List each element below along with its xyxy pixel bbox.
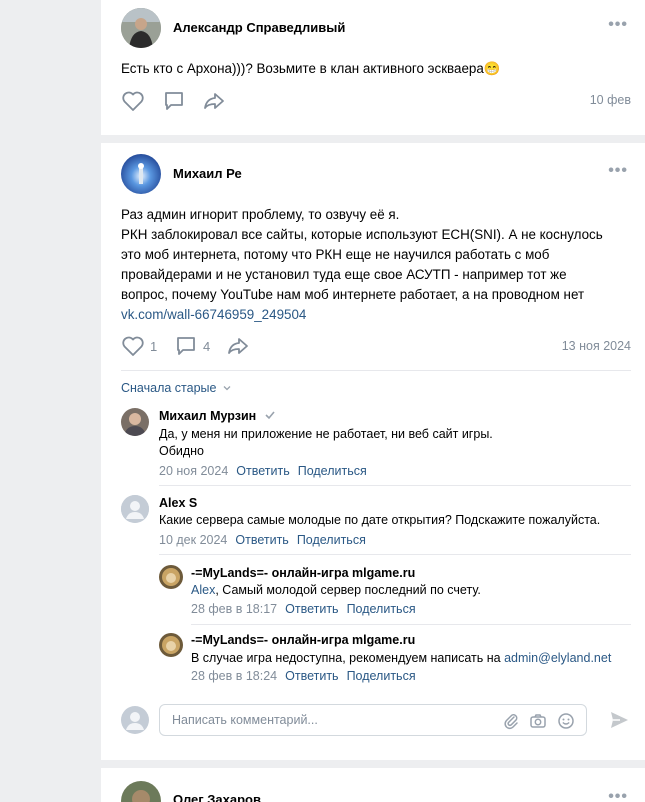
post-date[interactable]: 10 фев: [590, 93, 631, 107]
divider: [159, 554, 631, 555]
reply-button[interactable]: Ответить: [236, 464, 289, 478]
like-count: 1: [150, 338, 158, 354]
reply-button[interactable]: Ответить: [235, 533, 288, 547]
like-button[interactable]: 1: [121, 335, 157, 357]
post-text-line: это моб интернета, потому что РКН еще не…: [121, 247, 550, 262]
comment-author[interactable]: -=MyLands=- онлайн-игра mlgame.ru: [191, 633, 415, 647]
share-arrow-icon: [204, 93, 224, 109]
post-text-line: провайдерами и не установил туда еще сво…: [121, 267, 567, 282]
comment-text: Alex, Самый молодой сервер последний по …: [191, 582, 481, 599]
comment-text-line: Да, у меня ни приложение не работает, ни…: [159, 427, 493, 441]
post-text: Есть кто с Архона)))? Возьмите в клан ак…: [121, 61, 501, 76]
share-comment-button[interactable]: Поделиться: [347, 669, 416, 683]
avatar[interactable]: [159, 565, 183, 589]
more-horizontal-icon[interactable]: •••: [608, 16, 628, 34]
comment-author[interactable]: Михаил Мурзин: [159, 409, 276, 423]
avatar[interactable]: [121, 8, 161, 48]
share-button[interactable]: [226, 335, 250, 357]
like-button[interactable]: [121, 90, 145, 112]
comment-text-line: Обидно: [159, 444, 205, 458]
divider: [121, 370, 631, 371]
comment-text: Какие сервера самые молодые по дате откр…: [159, 512, 600, 529]
post-author[interactable]: Олег Захаров: [173, 792, 261, 802]
heart-icon: [122, 336, 144, 356]
avatar[interactable]: [159, 633, 183, 657]
avatar[interactable]: [121, 781, 161, 802]
comment-icon: [177, 337, 195, 355]
more-horizontal-icon[interactable]: •••: [608, 162, 628, 180]
comment-meta: 28 фев в 18:24 Ответить Поделиться: [191, 669, 416, 683]
post-text-line: Раз админ игнорит проблему, то озвучу её…: [121, 207, 400, 222]
post-author[interactable]: Александр Справедливый: [173, 20, 345, 35]
divider: [191, 624, 631, 625]
post-date[interactable]: 13 ноя 2024: [562, 339, 631, 353]
check-icon: [265, 411, 275, 420]
comment-date[interactable]: 20 ноя 2024: [159, 464, 228, 478]
mention-link[interactable]: Alex: [191, 583, 215, 597]
comment-text: В случае игра недоступна, рекомендуем на…: [191, 650, 611, 667]
sort-label: Сначала старые: [121, 381, 217, 395]
comment-text-line: Какие сервера самые молодые по дате откр…: [159, 513, 601, 527]
comment-author-name: Михаил Мурзин: [159, 409, 257, 423]
paperclip-icon[interactable]: [502, 712, 520, 730]
post-text-line: вопрос, почему YouTube нам моб интернете…: [121, 287, 585, 302]
post-text: Раз админ игнорит проблему, то озвучу её…: [121, 205, 603, 325]
post-link[interactable]: vk.com/wall-66746959_249504: [121, 305, 603, 325]
comment-icon: [165, 92, 183, 110]
comment-date[interactable]: 10 дек 2024: [159, 533, 227, 547]
comment-date[interactable]: 28 фев в 18:24: [191, 669, 277, 683]
comment-button[interactable]: 4: [174, 335, 210, 357]
smile-icon[interactable]: [557, 712, 575, 730]
post-text-line: РКН заблокировал все сайты, которые испо…: [121, 227, 603, 242]
email-link[interactable]: admin@elyland.net: [504, 651, 611, 665]
comment-date[interactable]: 28 фев в 18:17: [191, 602, 277, 616]
avatar: [121, 706, 149, 734]
comment-text: Да, у меня ни приложение не работает, ни…: [159, 426, 493, 460]
avatar[interactable]: [121, 154, 161, 194]
share-comment-button[interactable]: Поделиться: [347, 602, 416, 616]
chevron-down-icon: [223, 386, 231, 391]
divider: [159, 485, 631, 486]
sort-dropdown[interactable]: Сначала старые: [121, 381, 232, 395]
comment-meta: 28 фев в 18:17 Ответить Поделиться: [191, 602, 416, 616]
more-horizontal-icon[interactable]: •••: [608, 788, 628, 802]
comment-input-placeholder: Написать комментарий...: [172, 713, 318, 727]
comment-meta: 10 дек 2024 Ответить Поделиться: [159, 533, 366, 547]
post-author[interactable]: Михаил Ре: [173, 166, 242, 181]
camera-icon[interactable]: [529, 712, 547, 730]
comment-text-body: В случае игра недоступна, рекомендуем на…: [191, 651, 505, 665]
comment-count: 4: [203, 338, 211, 354]
share-comment-button[interactable]: Поделиться: [297, 533, 366, 547]
post-card-3: Олег Захаров •••: [101, 768, 645, 802]
comment-author[interactable]: -=MyLands=- онлайн-игра mlgame.ru: [191, 566, 415, 580]
share-button[interactable]: [202, 90, 226, 112]
post-card-2: Михаил Ре ••• Раз админ игнорит проблему…: [101, 143, 645, 760]
reply-button[interactable]: Ответить: [285, 602, 338, 616]
share-arrow-icon: [228, 338, 248, 354]
avatar[interactable]: [121, 495, 149, 523]
avatar[interactable]: [121, 408, 149, 436]
comment-text-body: , Самый молодой сервер последний по счет…: [215, 583, 481, 597]
left-gutter: [0, 0, 100, 802]
comment-button[interactable]: [162, 90, 186, 112]
comment-meta: 20 ноя 2024 Ответить Поделиться: [159, 464, 367, 478]
send-icon[interactable]: [608, 709, 630, 731]
reply-button[interactable]: Ответить: [285, 669, 338, 683]
heart-icon: [122, 91, 144, 111]
comment-author[interactable]: Alex S: [159, 496, 197, 510]
comment-input[interactable]: Написать комментарий...: [159, 704, 587, 736]
post-card-1: Александр Справедливый ••• Есть кто с Ар…: [101, 0, 645, 135]
share-comment-button[interactable]: Поделиться: [298, 464, 367, 478]
